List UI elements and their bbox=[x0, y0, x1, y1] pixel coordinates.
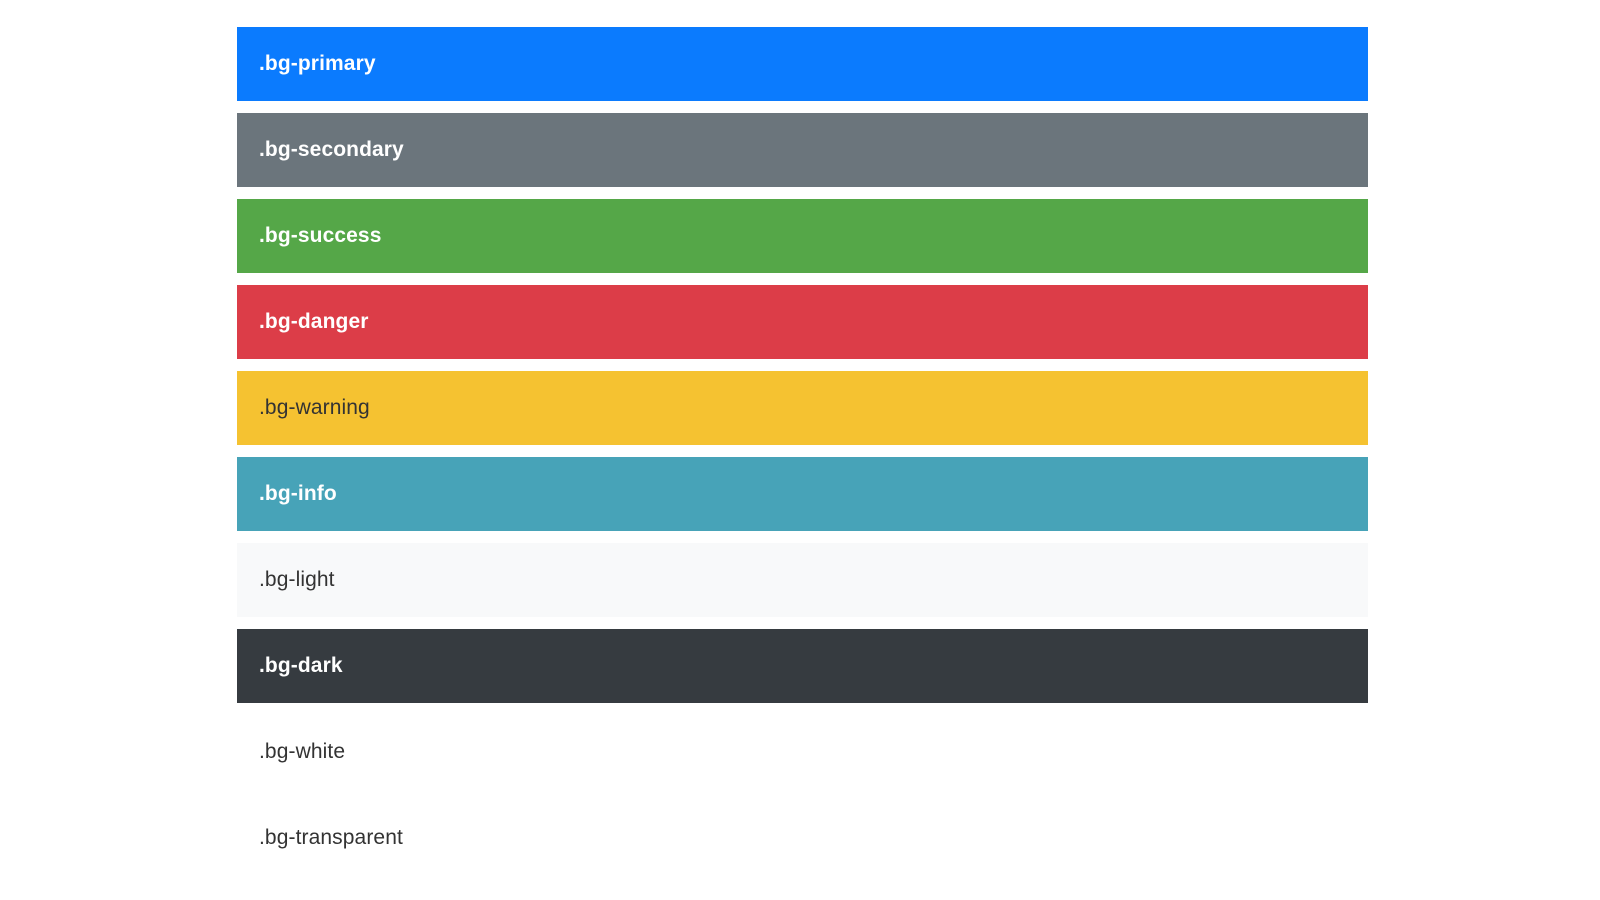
swatch-label: .bg-success bbox=[259, 224, 382, 247]
swatch-bg-secondary: .bg-secondary bbox=[237, 113, 1368, 187]
swatch-bg-light: .bg-light bbox=[237, 543, 1368, 617]
swatch-bg-primary: .bg-primary bbox=[237, 27, 1368, 101]
swatch-bg-success: .bg-success bbox=[237, 199, 1368, 273]
swatch-label: .bg-warning bbox=[259, 396, 370, 419]
swatch-label: .bg-white bbox=[259, 740, 346, 763]
swatch-bg-white: .bg-white bbox=[237, 715, 1368, 789]
swatch-bg-danger: .bg-danger bbox=[237, 285, 1368, 359]
swatch-label: .bg-danger bbox=[259, 310, 369, 333]
swatch-list: .bg-primary .bg-secondary .bg-success .b… bbox=[237, 27, 1368, 887]
swatch-bg-warning: .bg-warning bbox=[237, 371, 1368, 445]
swatch-label: .bg-secondary bbox=[259, 138, 404, 161]
swatch-label: .bg-info bbox=[259, 482, 337, 505]
swatch-bg-transparent: .bg-transparent bbox=[237, 801, 1368, 875]
swatch-bg-dark: .bg-dark bbox=[237, 629, 1368, 703]
swatch-bg-info: .bg-info bbox=[237, 457, 1368, 531]
swatch-label: .bg-dark bbox=[259, 654, 343, 677]
swatch-label: .bg-primary bbox=[259, 52, 376, 75]
swatch-label: .bg-light bbox=[259, 568, 335, 591]
swatch-label: .bg-transparent bbox=[259, 826, 403, 849]
